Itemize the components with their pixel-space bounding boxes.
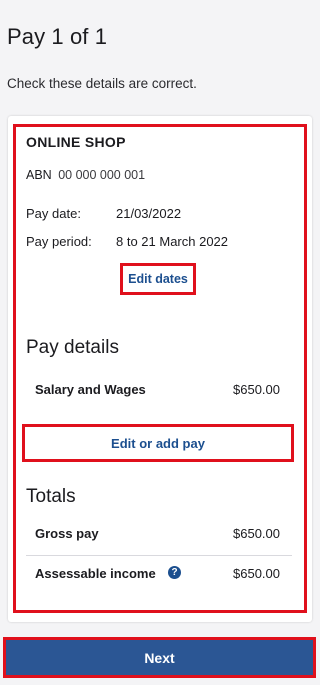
pay-period-label: Pay period: [26,234,92,249]
assessable-income-value: $650.00 [233,566,280,581]
salary-wages-label: Salary and Wages [35,382,146,397]
page-subtitle: Check these details are correct. [7,76,197,91]
pay-period-value: 8 to 21 March 2022 [116,234,229,249]
next-button[interactable]: Next [6,640,313,675]
salary-wages-value: $650.00 [233,382,280,397]
edit-or-add-pay-button[interactable]: Edit or add pay [25,427,291,459]
gross-pay-value: $650.00 [233,526,280,541]
business-name: ONLINE SHOP [26,134,126,150]
assessable-income-label: Assessable income [35,566,156,581]
page-title: Pay 1 of 1 [7,24,108,49]
totals-heading: Totals [26,486,76,507]
question-circle-icon[interactable]: ? [168,566,181,579]
gross-pay-label: Gross pay [35,526,99,541]
abn-label: ABN [26,168,52,182]
abn-value: 00 000 000 001 [58,168,146,182]
abn-row: ABN 00 000 000 001 [26,168,145,182]
pay-details-heading: Pay details [26,337,119,358]
pay-date-label: Pay date: [26,206,81,221]
pay-date-value: 21/03/2022 [116,206,182,221]
edit-dates-link[interactable]: Edit dates [120,263,196,295]
totals-divider [26,555,292,556]
